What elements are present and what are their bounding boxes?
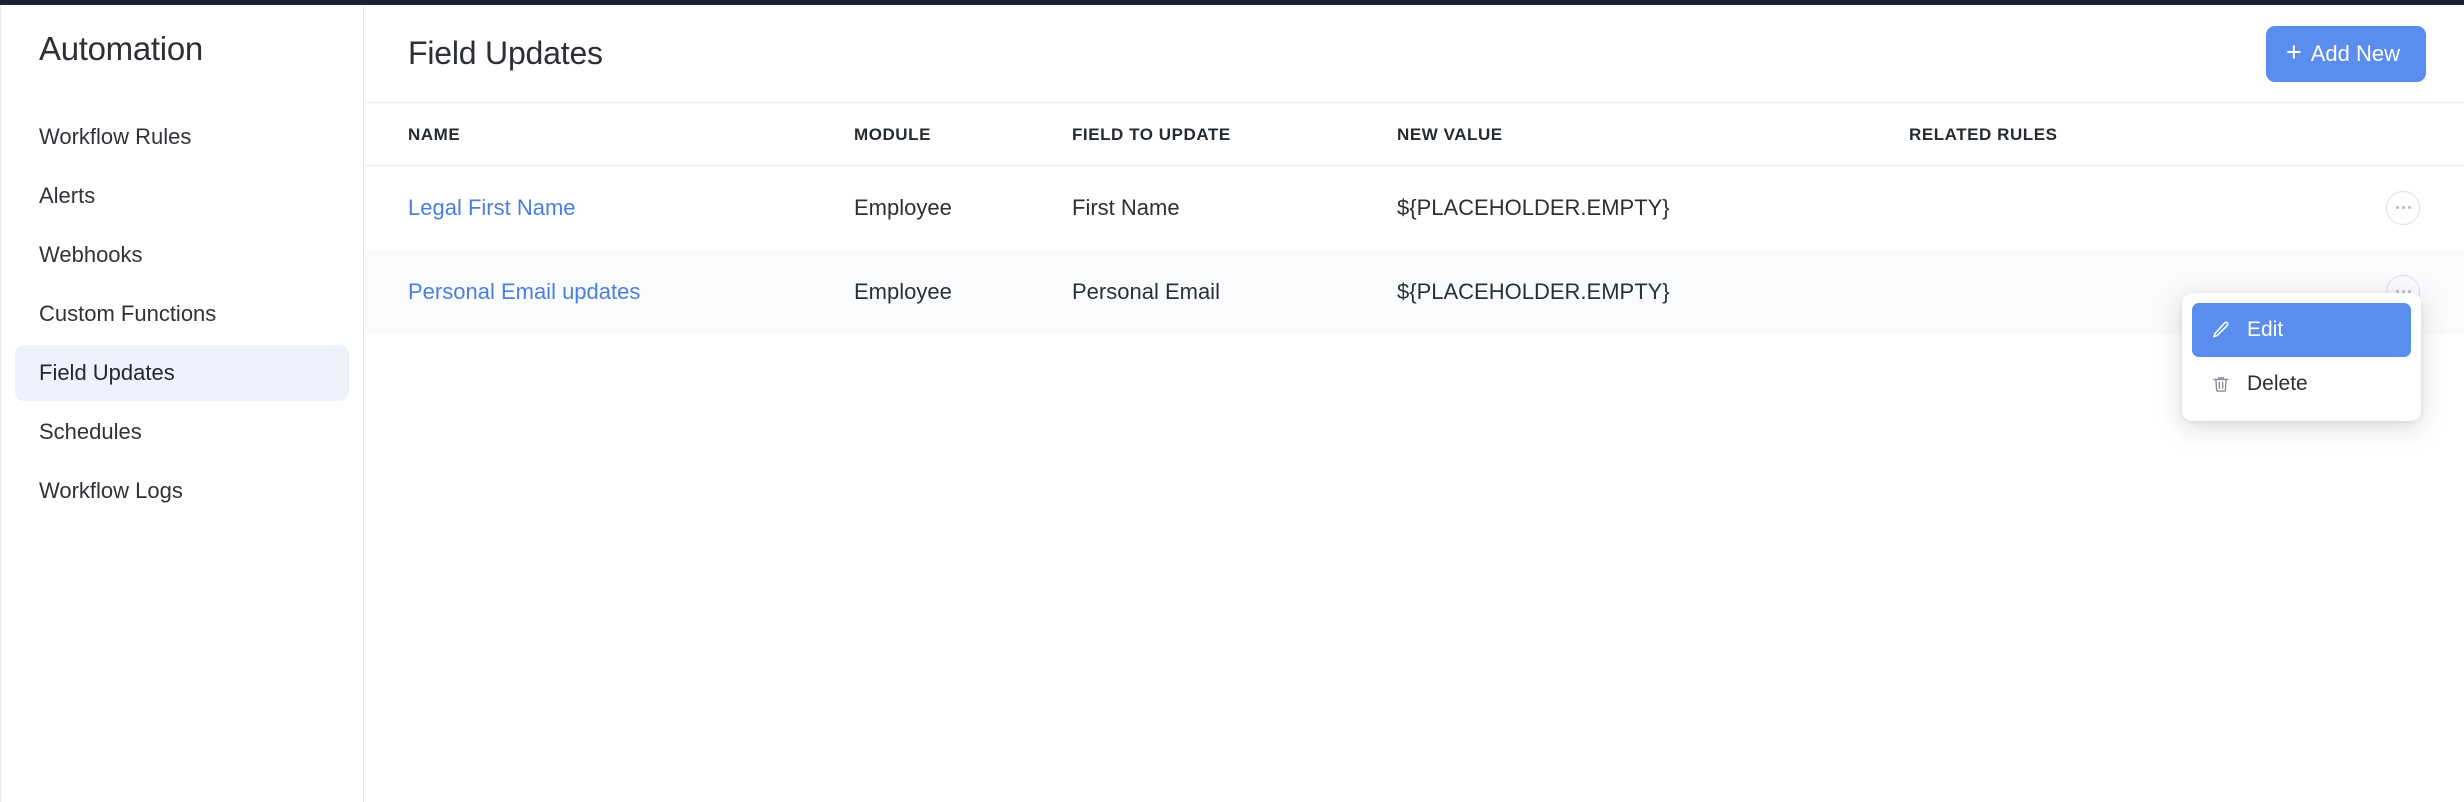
field-updates-table: NAME MODULE FIELD TO UPDATE NEW VALUE RE… — [364, 103, 2464, 334]
cell-name: Personal Email updates — [364, 249, 854, 334]
context-menu-item-delete[interactable]: Delete — [2192, 357, 2411, 411]
main-content: Field Updates + Add New NAME MODULE FIEL… — [364, 5, 2464, 802]
dot — [2407, 206, 2411, 210]
column-header-module[interactable]: MODULE — [854, 103, 1072, 166]
cell-actions — [2369, 166, 2464, 250]
sidebar-item-label: Webhooks — [39, 241, 143, 267]
pencil-icon — [2210, 319, 2232, 341]
record-link-legal-first-name[interactable]: Legal First Name — [408, 195, 576, 220]
cell-field-to-update: Personal Email — [1072, 249, 1397, 334]
sidebar-item-custom-functions[interactable]: Custom Functions — [15, 286, 349, 342]
cell-module: Employee — [854, 194, 952, 220]
column-header-new-value[interactable]: NEW VALUE — [1397, 103, 1909, 166]
cell-module: Employee — [854, 249, 1072, 334]
context-menu-item-edit[interactable]: Edit — [2192, 303, 2411, 357]
column-header-name[interactable]: NAME — [364, 103, 854, 166]
record-link-personal-email-updates[interactable]: Personal Email updates — [408, 279, 640, 304]
context-menu-item-label: Delete — [2247, 372, 2308, 395]
dot — [2395, 206, 2399, 210]
sidebar-item-field-updates[interactable]: Field Updates — [15, 344, 349, 401]
row-actions-context-menu: Edit Delete — [2182, 293, 2421, 421]
add-new-button-label: Add New — [2310, 40, 2400, 66]
sidebar: Automation Workflow Rules Alerts Webhook… — [0, 5, 364, 802]
sidebar-item-schedules[interactable]: Schedules — [15, 404, 349, 460]
cell-related-rules — [1909, 166, 2369, 250]
sidebar-nav-list: Workflow Rules Alerts Webhooks Custom Fu… — [1, 109, 363, 519]
table-row: Legal First Name Employee First Name ${P… — [364, 166, 2464, 250]
sidebar-item-label: Workflow Rules — [39, 123, 192, 149]
table-header-row: NAME MODULE FIELD TO UPDATE NEW VALUE RE… — [364, 103, 2464, 166]
dot — [2401, 206, 2405, 210]
sidebar-item-workflow-logs[interactable]: Workflow Logs — [15, 463, 349, 519]
cell-name: Legal First Name — [364, 166, 854, 250]
trash-icon — [2210, 373, 2232, 395]
row-actions-ellipsis-icon[interactable] — [2386, 190, 2420, 225]
column-header-actions — [2369, 103, 2464, 166]
sidebar-title: Automation — [39, 30, 203, 67]
sidebar-item-webhooks[interactable]: Webhooks — [15, 227, 349, 283]
app-shell: Automation Workflow Rules Alerts Webhook… — [0, 5, 2464, 802]
sidebar-item-label: Workflow Logs — [39, 477, 183, 503]
table-body: Legal First Name Employee First Name ${P… — [364, 166, 2464, 334]
sidebar-item-label: Schedules — [39, 418, 142, 444]
plus-icon: + — [2285, 37, 2302, 67]
table-row: Personal Email updates Employee Personal… — [364, 249, 2464, 334]
column-header-field-to-update[interactable]: FIELD TO UPDATE — [1072, 103, 1397, 166]
cell-new-value: ${PLACEHOLDER.EMPTY} — [1397, 194, 1670, 220]
sidebar-item-label: Custom Functions — [39, 300, 217, 326]
sidebar-item-label: Alerts — [39, 182, 96, 208]
field-updates-table-container: NAME MODULE FIELD TO UPDATE NEW VALUE RE… — [364, 103, 2464, 334]
sidebar-item-alerts[interactable]: Alerts — [15, 168, 349, 224]
column-header-related-rules[interactable]: RELATED RULES — [1909, 103, 2369, 166]
context-menu-item-label: Edit — [2247, 318, 2284, 341]
add-new-button[interactable]: + Add New — [2265, 25, 2426, 82]
cell-new-value: ${PLACEHOLDER.EMPTY} — [1397, 249, 1909, 334]
sidebar-item-workflow-rules[interactable]: Workflow Rules — [15, 109, 349, 165]
page-header: Field Updates + Add New — [364, 5, 2464, 103]
cell-field-to-update: First Name — [1072, 194, 1180, 220]
sidebar-item-label: Field Updates — [39, 359, 175, 385]
table-head: NAME MODULE FIELD TO UPDATE NEW VALUE RE… — [364, 103, 2464, 166]
page-title: Field Updates — [408, 35, 603, 71]
